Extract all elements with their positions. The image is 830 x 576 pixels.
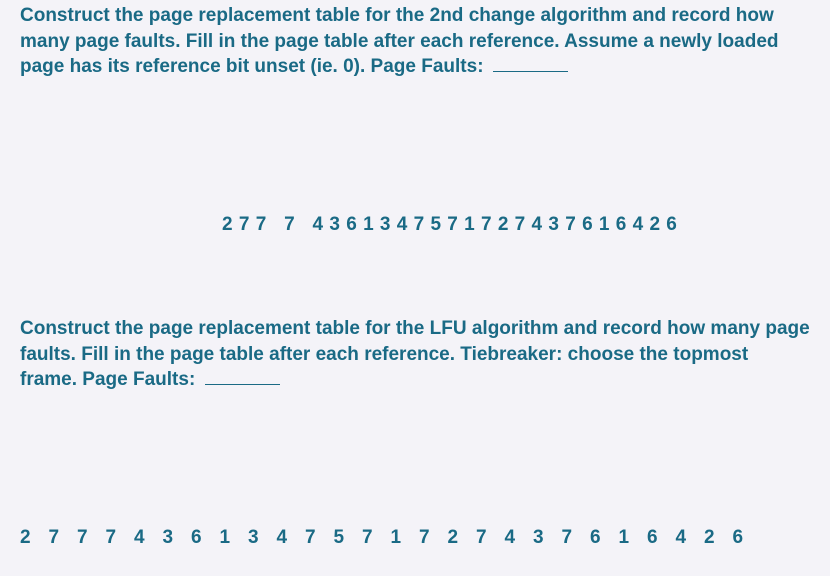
question-2-blank[interactable] (205, 371, 280, 385)
ref1-group-a: 2 7 7 (222, 214, 267, 235)
ref2-digit: 2 (448, 527, 477, 549)
ref2-digit: 3 (533, 527, 562, 549)
ref2-digit: 6 (733, 527, 762, 549)
ref2-digit: 4 (505, 527, 534, 549)
question-2-prompt: Construct the page replacement table for… (0, 316, 830, 393)
ref2-digit: 7 (419, 527, 448, 549)
ref2-digit: 7 (562, 527, 591, 549)
question-1-prompt: Construct the page replacement table for… (0, 0, 830, 80)
ref2-digit: 3 (248, 527, 277, 549)
ref1-group-b: 7 (284, 214, 295, 235)
ref2-digit: 1 (391, 527, 420, 549)
ref2-digit: 7 (77, 527, 106, 549)
ref2-digit: 4 (676, 527, 705, 549)
ref2-digit: 1 (220, 527, 249, 549)
ref2-digit: 6 (590, 527, 619, 549)
ref2-digit: 1 (619, 527, 648, 549)
ref2-digit: 2 (20, 527, 49, 549)
ref2-digit: 6 (191, 527, 220, 549)
ref2-digit: 7 (305, 527, 334, 549)
question-1-blank[interactable] (493, 58, 568, 72)
ref2-digit: 3 (163, 527, 192, 549)
ref2-digit: 6 (647, 527, 676, 549)
ref2-digit: 7 (362, 527, 391, 549)
question-2-reference-string: 27774361347571727437616426 (0, 527, 830, 549)
ref2-digit: 5 (334, 527, 363, 549)
ref2-digit: 7 (49, 527, 78, 549)
question-1-reference-string: 2 7 7 7 4 3 6 1 3 4 7 5 7 1 7 2 7 4 3 7 … (222, 214, 830, 236)
question-1-text: Construct the page replacement table for… (20, 5, 779, 77)
ref2-digit: 4 (277, 527, 306, 549)
question-2-text: Construct the page replacement table for… (20, 318, 810, 390)
ref2-digit: 4 (134, 527, 163, 549)
ref2-digit: 7 (106, 527, 135, 549)
ref2-digit: 7 (476, 527, 505, 549)
ref2-digit: 2 (704, 527, 733, 549)
ref1-group-c: 4 3 6 1 3 4 7 5 7 1 7 2 7 4 3 7 6 1 6 4 … (313, 214, 678, 235)
